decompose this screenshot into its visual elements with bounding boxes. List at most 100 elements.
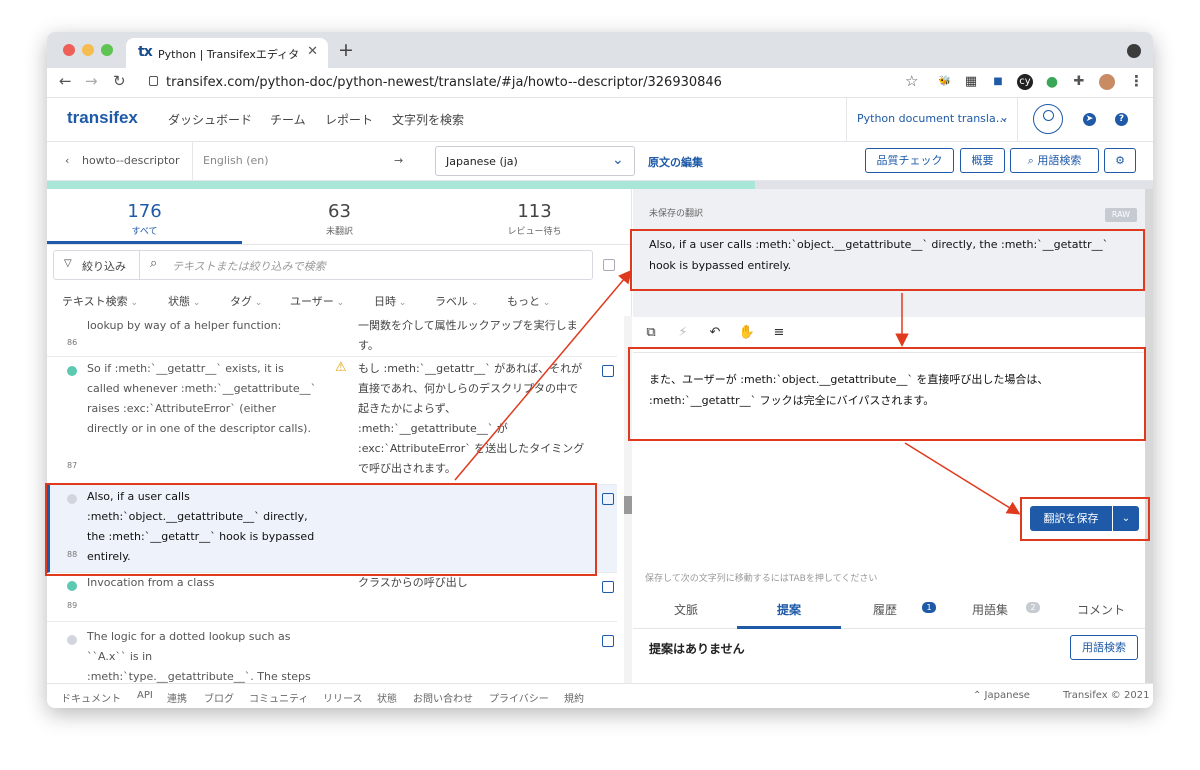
nav-dashboard[interactable]: ダッシュボード bbox=[168, 111, 252, 128]
footer-link[interactable]: 状態 bbox=[377, 690, 397, 705]
facet-more[interactable]: もっと bbox=[507, 293, 550, 309]
close-icon[interactable]: ✕ bbox=[307, 44, 318, 59]
language-selector[interactable]: ⌃ Japanese bbox=[973, 690, 1030, 701]
info-tabs: 文脈 提案 履歴 1 用語集 2 コメント bbox=[633, 587, 1145, 629]
footer-link[interactable]: コミュニティ bbox=[249, 690, 308, 705]
select-all-checkbox[interactable] bbox=[603, 259, 615, 271]
tab-review[interactable]: 113 レビュー待ち bbox=[437, 189, 632, 244]
tab-strip: tx Python | Transifexエディタ ✕ + bbox=[47, 32, 1153, 68]
minimize-window-button[interactable] bbox=[82, 44, 94, 56]
status-reviewed-dot bbox=[67, 366, 77, 376]
extension-icon[interactable]: ■ bbox=[990, 74, 1006, 90]
footer-link[interactable]: リリース bbox=[323, 690, 363, 705]
search-list-icon[interactable]: ≡ bbox=[765, 325, 793, 347]
extension-icon[interactable]: ● bbox=[1044, 74, 1060, 90]
editor-scrollbar[interactable] bbox=[1145, 189, 1153, 683]
settings-button[interactable]: ⚙ bbox=[1104, 148, 1136, 173]
extension-icon[interactable]: ▦ bbox=[963, 74, 979, 90]
row-checkbox[interactable] bbox=[602, 581, 614, 593]
edit-source-link[interactable]: 原文の編集 bbox=[648, 154, 703, 170]
warning-icon: ⚠ bbox=[335, 360, 347, 375]
tab-comments[interactable]: コメント bbox=[1077, 601, 1125, 618]
row-checkbox[interactable] bbox=[602, 493, 614, 505]
facet-user[interactable]: ユーザー bbox=[290, 293, 344, 309]
copy-icon[interactable]: ⧉ bbox=[637, 325, 665, 347]
count-review: 113 bbox=[517, 201, 552, 222]
status-untranslated-dot bbox=[67, 635, 77, 645]
app-header: transifex ダッシュボード チーム レポート 文字列を検索 Python… bbox=[47, 98, 1153, 142]
annotation-box-translation bbox=[628, 347, 1146, 441]
row-number: 87 bbox=[67, 461, 78, 470]
nav-team[interactable]: チーム bbox=[270, 111, 306, 128]
close-window-button[interactable] bbox=[63, 44, 75, 56]
back-icon[interactable]: ← bbox=[59, 72, 72, 90]
glossary-search-button[interactable]: ⌕ 用語検索 bbox=[1010, 148, 1099, 173]
row-checkbox[interactable] bbox=[602, 635, 614, 647]
glossary-search-button[interactable]: 用語検索 bbox=[1070, 635, 1138, 660]
nav-reports[interactable]: レポート bbox=[325, 111, 373, 128]
row-target: もし :meth:`__getattr__` があれば、それが直接であれ、何かし… bbox=[358, 362, 585, 475]
help-icon[interactable]: ? bbox=[1115, 113, 1128, 126]
divider bbox=[192, 142, 193, 180]
extension-icon[interactable]: 🐝 bbox=[937, 74, 953, 90]
tab-search-icon[interactable] bbox=[1127, 44, 1141, 58]
extension-icon[interactable]: cy bbox=[1017, 74, 1033, 90]
star-icon[interactable]: ☆ bbox=[905, 72, 918, 90]
table-row[interactable]: So if :meth:`__getattr__` exists, it is … bbox=[47, 357, 617, 485]
annotation-box-selected-row bbox=[45, 483, 597, 576]
footer-link[interactable]: お問い合わせ bbox=[413, 690, 473, 705]
footer-link[interactable]: ブログ bbox=[204, 690, 234, 705]
footer-link[interactable]: プライバシー bbox=[489, 690, 549, 705]
search-input[interactable]: テキストまたは絞り込みで検索 bbox=[172, 258, 612, 286]
footer-link[interactable]: API bbox=[137, 690, 153, 701]
row-source: Invocation from a class bbox=[87, 576, 215, 589]
chevron-left-icon[interactable]: ‹ bbox=[65, 154, 69, 167]
address-bar[interactable]: transifex.com/python-doc/python-newest/t… bbox=[166, 75, 722, 90]
profile-icon[interactable] bbox=[1099, 74, 1115, 90]
table-row[interactable]: lookup by way of a helper function: 86 一… bbox=[47, 316, 617, 357]
tab-history[interactable]: 履歴 bbox=[873, 601, 897, 618]
extension-icon[interactable]: ✚ bbox=[1071, 74, 1087, 90]
table-row[interactable]: Invocation from a class 89 クラスからの呼び出し bbox=[47, 573, 617, 622]
nav-search-strings[interactable]: 文字列を検索 bbox=[392, 111, 464, 128]
row-number: 89 bbox=[67, 601, 78, 610]
row-checkbox[interactable] bbox=[602, 365, 614, 377]
hand-icon[interactable]: ✋ bbox=[733, 325, 761, 347]
footer-link[interactable]: ドキュメント bbox=[61, 690, 121, 705]
undo-icon[interactable]: ↶ bbox=[701, 325, 729, 347]
count-all-label: すべて bbox=[131, 227, 158, 237]
table-row[interactable]: The logic for a dotted lookup such as ``… bbox=[47, 622, 617, 683]
count-all: 176 bbox=[127, 201, 162, 222]
tab-all[interactable]: 176 すべて bbox=[47, 189, 242, 244]
facet-tag[interactable]: タグ bbox=[230, 293, 262, 309]
tab-untranslated[interactable]: 63 未翻訳 bbox=[242, 189, 437, 244]
facet-label[interactable]: ラベル bbox=[435, 293, 478, 309]
copyright: Transifex © 2021 bbox=[1063, 690, 1150, 701]
avatar[interactable] bbox=[1033, 104, 1063, 134]
maximize-window-button[interactable] bbox=[101, 44, 113, 56]
compass-icon[interactable]: ➤ bbox=[1083, 113, 1096, 126]
forward-icon[interactable]: → bbox=[85, 72, 98, 90]
transifex-logo[interactable]: transifex bbox=[67, 108, 138, 128]
filter-button[interactable]: ▽ 絞り込み bbox=[54, 251, 140, 279]
overview-button[interactable]: 概要 bbox=[960, 148, 1005, 173]
footer-link[interactable]: 規約 bbox=[564, 690, 584, 705]
tab-context[interactable]: 文脈 bbox=[674, 601, 698, 618]
facet-date[interactable]: 日時 bbox=[374, 293, 406, 309]
list-scroll-thumb[interactable] bbox=[624, 496, 632, 514]
target-language-select[interactable]: Japanese (ja) ⌄ bbox=[435, 146, 635, 176]
quality-check-button[interactable]: 品質チェック bbox=[865, 148, 954, 173]
breadcrumb[interactable]: howto--descriptor bbox=[82, 154, 180, 167]
facet-status[interactable]: 状態 bbox=[168, 293, 200, 309]
footer-link[interactable]: 連携 bbox=[167, 690, 187, 705]
tab-glossary[interactable]: 用語集 bbox=[972, 601, 1008, 618]
browser-tab[interactable]: tx Python | Transifexエディタ ✕ bbox=[126, 38, 328, 68]
menu-icon[interactable]: ⋮ bbox=[1129, 72, 1144, 90]
tab-suggestions[interactable]: 提案 bbox=[777, 601, 801, 618]
raw-toggle[interactable]: RAW bbox=[1105, 208, 1137, 222]
reload-icon[interactable]: ↻ bbox=[113, 72, 126, 90]
row-source: So if :meth:`__getattr__` exists, it is … bbox=[87, 362, 317, 435]
new-tab-icon[interactable]: + bbox=[338, 39, 354, 61]
facet-text-search[interactable]: テキスト検索 bbox=[62, 293, 138, 309]
project-selector[interactable]: Python document transla… ⌄ bbox=[846, 98, 1018, 141]
